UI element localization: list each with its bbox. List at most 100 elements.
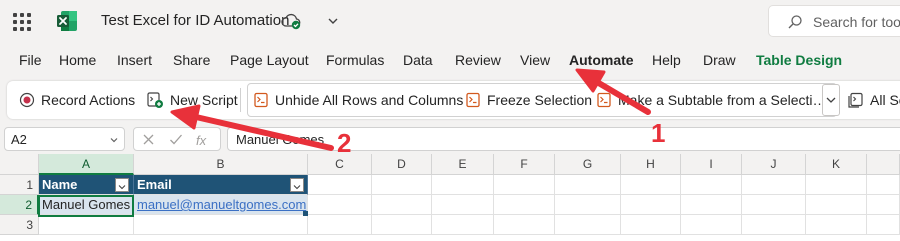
column-header-k[interactable]: K — [806, 154, 867, 175]
script-icon — [597, 92, 611, 108]
column-header-i[interactable]: I — [681, 154, 742, 175]
search-box[interactable]: Search for tool — [768, 5, 900, 37]
column-header-g[interactable]: G — [555, 154, 621, 175]
tab-insert[interactable]: Insert — [117, 52, 152, 68]
cell[interactable] — [806, 215, 867, 235]
row-header-1[interactable]: 1 — [0, 175, 39, 195]
cell[interactable] — [742, 175, 806, 195]
tab-share[interactable]: Share — [173, 52, 210, 68]
script-unhide-all-button[interactable]: Unhide All Rows and Columns — [253, 81, 463, 119]
tab-home[interactable]: Home — [59, 52, 96, 68]
tab-view[interactable]: View — [520, 52, 550, 68]
cell[interactable] — [134, 215, 308, 235]
new-script-button[interactable]: New Script — [146, 81, 238, 119]
tab-automate[interactable]: Automate — [569, 52, 634, 68]
chevron-down-icon[interactable] — [326, 14, 340, 28]
cell[interactable] — [372, 175, 432, 195]
row-header-3[interactable]: 3 — [0, 215, 39, 235]
tab-file[interactable]: File — [19, 52, 42, 68]
cell[interactable] — [494, 195, 555, 215]
tab-data[interactable]: Data — [403, 52, 433, 68]
cloud-saved-icon[interactable] — [280, 11, 302, 31]
chevron-down-icon — [826, 97, 836, 103]
record-icon — [19, 92, 35, 108]
cancel-icon[interactable] — [142, 133, 155, 146]
column-header-c[interactable]: C — [308, 154, 372, 175]
record-actions-label: Record Actions — [41, 92, 136, 108]
cell[interactable] — [555, 195, 621, 215]
table-cell-email[interactable]: manuel@manueltgomes.com — [134, 195, 308, 215]
enter-check-icon[interactable] — [169, 133, 183, 146]
insert-function-icon[interactable]: fx — [196, 133, 206, 148]
cell[interactable] — [555, 175, 621, 195]
filter-dropdown-button[interactable] — [290, 178, 304, 192]
cell[interactable] — [867, 195, 900, 215]
menu-bar: File Home Insert Share Page Layout Formu… — [0, 44, 900, 76]
row-header-2[interactable]: 2 — [0, 195, 39, 215]
cell[interactable] — [372, 215, 432, 235]
cell[interactable] — [432, 175, 494, 195]
cell[interactable] — [867, 175, 900, 195]
column-header-e[interactable]: E — [432, 154, 494, 175]
tab-help[interactable]: Help — [652, 52, 681, 68]
cell[interactable] — [494, 175, 555, 195]
cell[interactable] — [621, 195, 681, 215]
formula-input[interactable]: Manuel Gomes — [227, 127, 900, 151]
tab-page-layout[interactable]: Page Layout — [230, 52, 309, 68]
column-header-j[interactable]: J — [742, 154, 806, 175]
cell[interactable] — [621, 175, 681, 195]
tab-table-design[interactable]: Table Design — [756, 52, 842, 68]
formula-value: Manuel Gomes — [236, 132, 325, 147]
ribbon: Record Actions New Script Unhide All Row… — [7, 81, 900, 119]
column-header-a[interactable]: A — [39, 154, 134, 175]
chevron-down-icon — [118, 185, 126, 190]
all-scripts-label: All Sc — [870, 92, 900, 108]
filter-dropdown-button[interactable] — [115, 178, 129, 192]
cell[interactable] — [555, 215, 621, 235]
cell[interactable] — [372, 195, 432, 215]
table-header-label: Email — [137, 177, 172, 192]
search-icon — [788, 15, 802, 29]
script-label: Make a Subtable from a Selecti… — [618, 92, 827, 108]
app-launcher-icon[interactable] — [11, 11, 33, 33]
cell[interactable] — [494, 215, 555, 235]
document-title[interactable]: Test Excel for ID Automation — [101, 12, 289, 29]
cell[interactable] — [806, 175, 867, 195]
cell[interactable] — [432, 195, 494, 215]
script-freeze-selection-button[interactable]: Freeze Selection — [465, 81, 592, 119]
ribbon-separator — [240, 88, 241, 112]
select-all-corner[interactable] — [0, 154, 39, 175]
script-icon — [466, 92, 480, 108]
column-header-f[interactable]: F — [494, 154, 555, 175]
chevron-down-icon — [110, 138, 118, 143]
tab-draw[interactable]: Draw — [703, 52, 736, 68]
script-make-subtable-button[interactable]: Make a Subtable from a Selecti… — [596, 81, 827, 119]
column-header-l[interactable] — [867, 154, 900, 175]
cell[interactable] — [742, 215, 806, 235]
name-box[interactable]: A2 — [4, 127, 125, 151]
cell[interactable] — [681, 215, 742, 235]
cell[interactable] — [806, 195, 867, 215]
cell[interactable] — [39, 215, 134, 235]
all-scripts-button[interactable]: All Sc — [847, 81, 900, 119]
tab-review[interactable]: Review — [455, 52, 501, 68]
column-header-b[interactable]: B — [134, 154, 308, 175]
table-header-cell[interactable]: Name — [39, 175, 134, 195]
column-header-h[interactable]: H — [621, 154, 681, 175]
cell[interactable] — [681, 195, 742, 215]
table-header-cell[interactable]: Email — [134, 175, 308, 195]
cell[interactable] — [308, 175, 372, 195]
cell[interactable] — [867, 215, 900, 235]
cell[interactable] — [742, 195, 806, 215]
cell[interactable] — [621, 215, 681, 235]
column-header-d[interactable]: D — [372, 154, 432, 175]
formula-bar: A2 fx Manuel Gomes — [0, 124, 900, 154]
tab-formulas[interactable]: Formulas — [326, 52, 384, 68]
script-gallery-expand[interactable] — [822, 84, 840, 116]
cell[interactable] — [308, 195, 372, 215]
table-resize-handle[interactable] — [303, 211, 308, 216]
cell[interactable] — [308, 215, 372, 235]
cell[interactable] — [432, 215, 494, 235]
record-actions-button[interactable]: Record Actions — [19, 81, 135, 119]
cell[interactable] — [681, 175, 742, 195]
